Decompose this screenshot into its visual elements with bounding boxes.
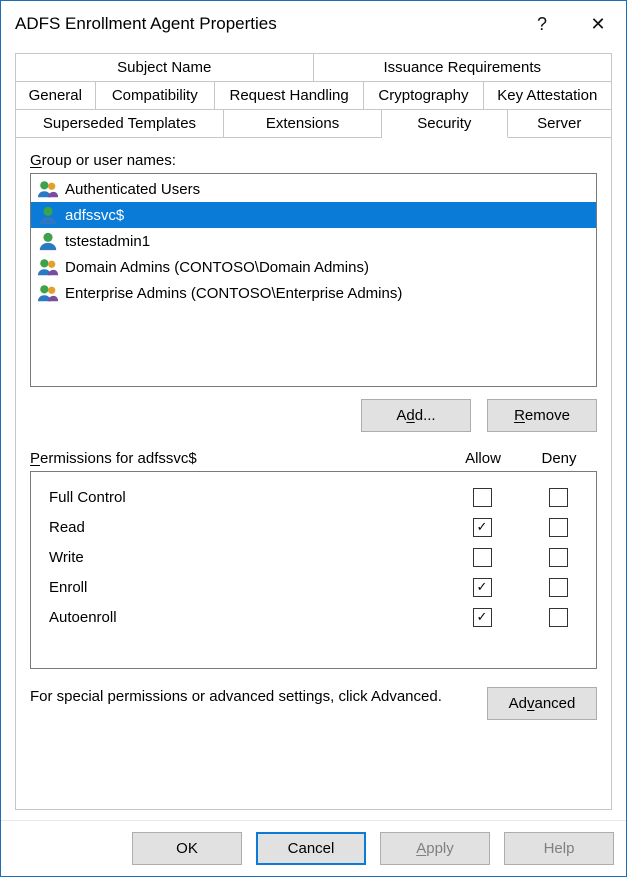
list-item-label: Authenticated Users [65, 181, 200, 198]
permission-row: Enroll [31, 572, 596, 602]
permission-name: Read [49, 519, 444, 536]
remove-button[interactable]: Remove [487, 399, 597, 432]
list-item-label: adfssvc$ [65, 207, 124, 224]
advanced-button[interactable]: Advanced [487, 687, 597, 720]
list-item[interactable]: tstestadmin1 [31, 228, 596, 254]
allow-checkbox[interactable] [473, 608, 492, 627]
help-footer-button[interactable]: Help [504, 832, 614, 865]
allow-checkbox[interactable] [473, 578, 492, 597]
apply-button[interactable]: Apply [380, 832, 490, 865]
permissions-list: Full Control Read Write Enroll Autoenroll [30, 471, 597, 669]
deny-checkbox[interactable] [549, 578, 568, 597]
permission-row: Full Control [31, 482, 596, 512]
group-icon [37, 256, 59, 278]
group-icon [37, 178, 59, 200]
permission-name: Write [49, 549, 444, 566]
tab-subject-name[interactable]: Subject Name [15, 53, 314, 82]
deny-checkbox[interactable] [549, 488, 568, 507]
permission-row: Autoenroll [31, 602, 596, 632]
ok-button[interactable]: OK [132, 832, 242, 865]
tab-issuance-requirements[interactable]: Issuance Requirements [314, 53, 613, 82]
column-allow: Allow [445, 450, 521, 467]
deny-checkbox[interactable] [549, 518, 568, 537]
list-item[interactable]: Authenticated Users [31, 176, 596, 202]
advanced-hint-text: For special permissions or advanced sett… [30, 687, 471, 707]
permission-name: Full Control [49, 489, 444, 506]
deny-checkbox[interactable] [549, 548, 568, 567]
group-names-label: Group or user names: [30, 152, 597, 169]
window-title: ADFS Enrollment Agent Properties [15, 14, 514, 34]
cancel-button[interactable]: Cancel [256, 832, 366, 865]
list-item[interactable]: Enterprise Admins (CONTOSO\Enterprise Ad… [31, 280, 596, 306]
tab-superseded-templates[interactable]: Superseded Templates [15, 110, 224, 138]
allow-checkbox[interactable] [473, 488, 492, 507]
tab-cryptography[interactable]: Cryptography [364, 82, 483, 110]
help-button[interactable]: ? [514, 1, 570, 47]
add-button[interactable]: Add... [361, 399, 471, 432]
list-item-label: Domain Admins (CONTOSO\Domain Admins) [65, 259, 369, 276]
security-panel: Group or user names: Authenticated Users… [15, 138, 612, 810]
list-item[interactable]: adfssvc$ [31, 202, 596, 228]
dialog-body: Subject Name Issuance Requirements Gener… [1, 47, 626, 820]
list-item[interactable]: Domain Admins (CONTOSO\Domain Admins) [31, 254, 596, 280]
permission-row: Write [31, 542, 596, 572]
properties-dialog: ADFS Enrollment Agent Properties ? ✕ Sub… [0, 0, 627, 877]
tab-server[interactable]: Server [508, 110, 612, 138]
deny-checkbox[interactable] [549, 608, 568, 627]
column-deny: Deny [521, 450, 597, 467]
advanced-row: For special permissions or advanced sett… [30, 687, 597, 720]
user-icon [37, 204, 59, 226]
permissions-header: Permissions for adfssvc$ Allow Deny [30, 450, 597, 467]
list-item-label: tstestadmin1 [65, 233, 150, 250]
permission-name: Enroll [49, 579, 444, 596]
action-bar: OK Cancel Apply Help [1, 820, 626, 876]
permission-row: Read [31, 512, 596, 542]
group-icon [37, 282, 59, 304]
allow-checkbox[interactable] [473, 548, 492, 567]
tab-general[interactable]: General [15, 82, 96, 110]
tab-strip: Subject Name Issuance Requirements Gener… [15, 53, 612, 138]
list-item-label: Enterprise Admins (CONTOSO\Enterprise Ad… [65, 285, 402, 302]
tab-extensions[interactable]: Extensions [224, 110, 382, 138]
user-icon [37, 230, 59, 252]
permission-name: Autoenroll [49, 609, 444, 626]
tab-key-attestation[interactable]: Key Attestation [484, 82, 612, 110]
allow-checkbox[interactable] [473, 518, 492, 537]
tab-compatibility[interactable]: Compatibility [96, 82, 215, 110]
tab-request-handling[interactable]: Request Handling [215, 82, 364, 110]
titlebar: ADFS Enrollment Agent Properties ? ✕ [1, 1, 626, 47]
close-button[interactable]: ✕ [570, 1, 626, 47]
tab-security[interactable]: Security [382, 110, 507, 138]
group-user-list[interactable]: Authenticated Users adfssvc$ tstestadmin1 D… [30, 173, 597, 387]
